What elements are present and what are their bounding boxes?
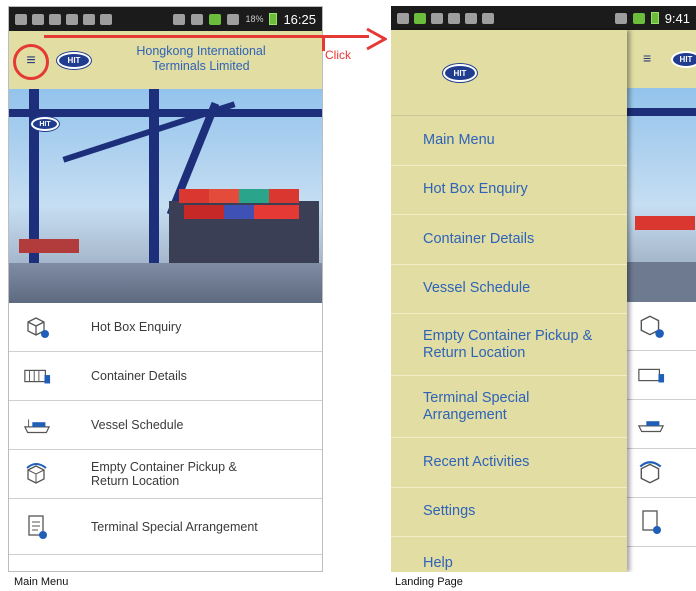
comparison-figure: 18% 16:25 ≡ HIT Hongkong International T… — [0, 0, 696, 591]
caption-main-menu: Main Menu — [14, 576, 69, 588]
status-bar: 18% 16:25 — [9, 7, 322, 31]
android-icon — [414, 12, 426, 24]
status-bar: 9:41 — [391, 6, 696, 30]
hit-logo-crane: HIT — [31, 117, 59, 131]
hamburger-menu-icon[interactable]: ≡ — [15, 45, 47, 77]
hot-box-icon — [640, 315, 664, 338]
notification-icon — [83, 13, 95, 25]
status-time: 9:41 — [664, 10, 690, 26]
container-icon — [23, 363, 51, 389]
drawer-item-empty-container[interactable]: Empty Container Pickup & Return Location — [391, 314, 627, 376]
drawer-item-hot-box[interactable]: Hot Box Enquiry — [391, 166, 627, 215]
container-icon — [638, 368, 665, 383]
mail-icon — [66, 13, 78, 25]
alarm-icon — [191, 13, 204, 25]
drawer-item-recent-activities[interactable]: Recent Activities — [391, 438, 627, 488]
menu-item-container-details[interactable]: Container Details — [9, 352, 322, 401]
usb-icon — [397, 12, 409, 24]
port-hero-image — [627, 88, 696, 302]
notification-icon — [32, 13, 44, 25]
download-icon — [465, 12, 477, 24]
arrow-head-icon — [366, 27, 387, 51]
signal-icon — [227, 13, 240, 25]
hit-logo: HIT — [57, 52, 91, 69]
background-main-screen: ≡ HIT — [627, 30, 696, 572]
battery-icon — [269, 13, 278, 25]
drawer-item-main-menu[interactable]: Main Menu — [391, 116, 627, 166]
mail-icon — [49, 13, 61, 25]
image-icon — [100, 13, 112, 25]
menu-item-vessel-schedule[interactable]: Vessel Schedule — [9, 401, 322, 450]
vessel-icon — [637, 421, 665, 433]
notification-icon — [15, 13, 27, 25]
bluetooth-icon — [173, 13, 186, 25]
hit-logo: HIT — [443, 64, 477, 82]
drawer-item-help[interactable]: Help — [391, 537, 627, 572]
port-hero-image: HIT — [9, 89, 322, 303]
document-icon — [642, 510, 661, 534]
drawer-header: HIT — [391, 30, 627, 116]
hot-box-icon — [23, 314, 51, 340]
status-time: 16:25 — [283, 11, 316, 27]
vessel-icon — [23, 412, 51, 438]
menu-item-hot-box[interactable] — [627, 302, 696, 351]
bag-icon — [482, 12, 494, 24]
app-title-line2: Terminals Limited — [152, 59, 250, 73]
signal-icon — [632, 12, 645, 24]
document-icon — [23, 514, 51, 540]
landing-page-screen: 9:41 ≡ HIT HIT Main Menu Hot Box Enquiry… — [391, 6, 696, 572]
empty-container-icon — [639, 461, 662, 484]
main-menu-list: Hot Box Enquiry Container Details Vessel… — [9, 303, 322, 555]
menu-item-empty-container[interactable] — [627, 449, 696, 498]
hamburger-menu-icon[interactable]: ≡ — [643, 50, 651, 66]
menu-item-label: Terminal Special Arrangement — [91, 519, 258, 534]
menu-item-terminal-special[interactable] — [627, 498, 696, 547]
annotation-arrow — [44, 35, 369, 38]
drawer-item-container-details[interactable]: Container Details — [391, 215, 627, 265]
drawer-item-vessel-schedule[interactable]: Vessel Schedule — [391, 265, 627, 314]
wifi-icon — [614, 12, 627, 24]
menu-item-terminal-special[interactable]: Terminal Special Arrangement — [9, 499, 322, 555]
wifi-icon — [209, 13, 222, 25]
click-annotation: Click — [325, 48, 351, 62]
menu-item-label: Empty Container Pickup & Return Location — [91, 460, 237, 488]
app-title: Hongkong International Terminals Limited — [101, 44, 301, 74]
navigation-drawer: HIT Main Menu Hot Box Enquiry Container … — [391, 30, 627, 572]
file-icon — [431, 12, 443, 24]
dock-ground — [9, 263, 322, 303]
main-menu-screen: 18% 16:25 ≡ HIT Hongkong International T… — [8, 6, 323, 572]
menu-item-container-details[interactable] — [627, 351, 696, 400]
hit-logo: HIT — [671, 51, 696, 68]
empty-container-icon — [23, 461, 51, 487]
app-title-line1: Hongkong International — [136, 44, 266, 58]
drawer-item-settings[interactable]: Settings — [391, 488, 627, 537]
battery-icon — [650, 12, 659, 24]
battery-percent: 18% — [245, 14, 264, 24]
image-icon — [448, 12, 460, 24]
menu-item-empty-container[interactable]: Empty Container Pickup & Return Location — [9, 450, 322, 499]
menu-item-vessel-schedule[interactable] — [627, 400, 696, 449]
menu-item-hot-box[interactable]: Hot Box Enquiry — [9, 303, 322, 352]
menu-item-label: Vessel Schedule — [91, 418, 184, 432]
menu-item-label: Container Details — [91, 369, 187, 383]
app-header: ≡ HIT Hongkong International Terminals L… — [9, 31, 322, 89]
caption-landing-page: Landing Page — [395, 576, 463, 588]
menu-item-label: Hot Box Enquiry — [91, 320, 182, 334]
drawer-item-terminal-special[interactable]: Terminal Special Arrangement — [391, 376, 627, 438]
